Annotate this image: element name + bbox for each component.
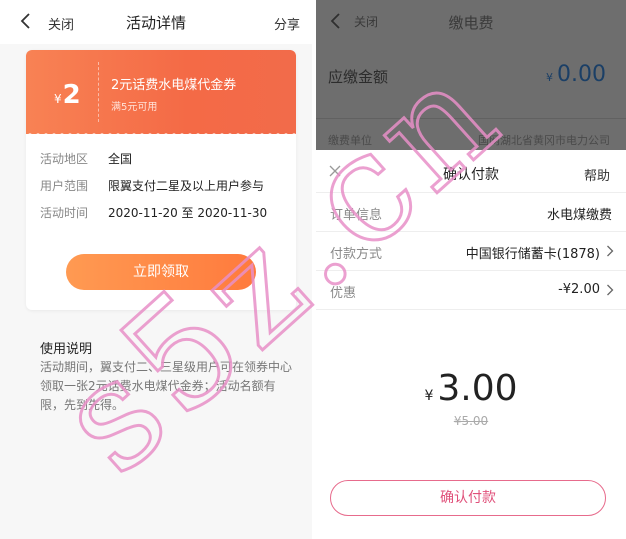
coupon-scallop [268, 133, 272, 134]
confirm-payment-button[interactable]: 确认付款 [330, 480, 606, 516]
coupon-scalloped-edge [28, 133, 296, 134]
help-link[interactable]: 帮助 [584, 165, 610, 184]
divider [316, 309, 626, 310]
sheet-title: 确认付款 [443, 167, 499, 183]
coupon-title: 2元话费水电煤代金券 [111, 78, 237, 93]
chevron-right-icon [607, 284, 614, 296]
usage-title: 使用说明 [40, 342, 93, 357]
coupon-scallop [164, 133, 168, 134]
discount-row[interactable]: 优惠 -¥2.00 [316, 270, 626, 308]
payee-value: 国网湖北省黄冈市电力公司 [478, 134, 610, 147]
coupon-scallop [244, 133, 248, 134]
page-title: 活动详情 [125, 14, 186, 32]
page-title: 缴电费 [448, 14, 494, 32]
coupon-scallop [148, 133, 152, 134]
coupon-scallop [68, 133, 72, 134]
coupon-scallop [52, 133, 56, 134]
amount-due-value: ¥0.00 [546, 62, 606, 87]
original-amount: ¥5.00 [453, 414, 489, 428]
coupon-scallop [108, 133, 112, 134]
coupon-scallop [116, 133, 120, 134]
dimmed-background: 关闭 缴电费 应缴金额 ¥0.00 缴费单位 国网湖北省黄冈市电力公司 [316, 0, 626, 150]
coupon-scallop [188, 133, 192, 134]
coupon-scallop [28, 133, 32, 134]
coupon-scallop [140, 133, 144, 134]
amount-due-label: 应缴金额 [328, 68, 389, 86]
coupon-scallop [180, 133, 184, 134]
share-link[interactable]: 分享 [274, 14, 300, 33]
coupon-scallop [260, 133, 264, 134]
coupon-scallop [60, 133, 64, 134]
coupon-header: ¥2 2元话费水电煤代金券 满5元可用 [26, 50, 296, 134]
coupon-condition: 满5元可用 [111, 102, 158, 113]
coupon-scallop [172, 133, 176, 134]
payment-screen: 关闭 缴电费 应缴金额 ¥0.00 缴费单位 国网湖北省黄冈市电力公司 确认付款… [316, 0, 626, 539]
coupon-scallop [100, 133, 104, 134]
pay-amount: ¥3.00 [424, 368, 518, 409]
coupon-divider [98, 62, 99, 122]
coupon-scallop [252, 133, 256, 134]
coupon-scallop [292, 133, 296, 134]
coupon-scallop [124, 133, 128, 134]
usage-text: 活动期间，翼支付二、三星级用户可在领券中心领取一张2元话费水电煤代金券；活动名额… [40, 360, 293, 412]
chevron-right-icon [607, 245, 614, 257]
activity-detail-screen: 关闭 活动详情 分享 ¥2 2元话费水电煤代金券 满5元可用 活动地区 全国 用… [0, 0, 312, 539]
divider [316, 118, 626, 119]
coupon-scallop [44, 133, 48, 134]
coupon-scallop [236, 133, 240, 134]
coupon-amount: ¥2 [54, 80, 81, 110]
coupon-scallop [276, 133, 280, 134]
payment-method-row[interactable]: 付款方式 中国银行储蓄卡(1878) [316, 231, 626, 269]
claim-now-button[interactable]: 立即领取 [66, 254, 256, 290]
coupon-scallop [132, 133, 136, 134]
coupon-scallop [220, 133, 224, 134]
order-info-row: 订单信息 水电煤缴费 [316, 192, 626, 230]
nav-bar: 关闭 活动详情 分享 [0, 0, 312, 44]
coupon-scallop [196, 133, 200, 134]
coupon-scallop [284, 133, 288, 134]
payee-label: 缴费单位 [328, 134, 372, 147]
coupon-scallop [84, 133, 88, 134]
coupon-scallop [228, 133, 232, 134]
coupon-scallop [36, 133, 40, 134]
coupon-scallop [76, 133, 80, 134]
coupon-scallop [204, 133, 208, 134]
coupon-scallop [212, 133, 216, 134]
coupon-scallop [92, 133, 96, 134]
coupon-card: ¥2 2元话费水电煤代金券 满5元可用 活动地区 全国 用户范围 限翼支付二星及… [26, 50, 296, 310]
coupon-scallop [156, 133, 160, 134]
